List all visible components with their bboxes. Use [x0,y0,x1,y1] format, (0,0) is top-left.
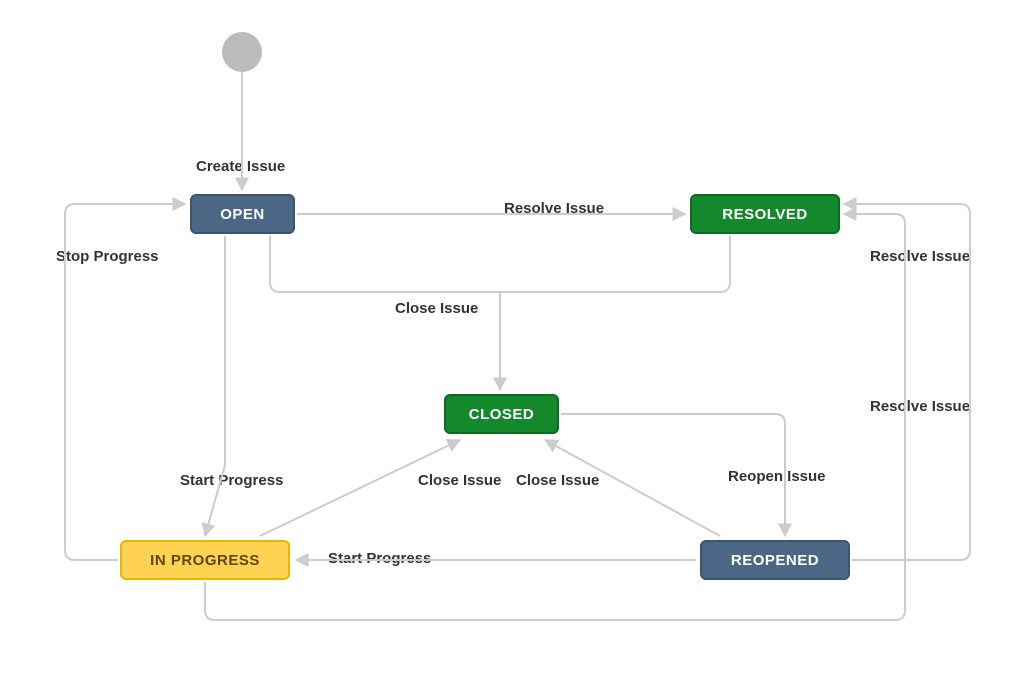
node-resolved: RESOLVED [690,194,840,234]
edge-label-start-progress-left: Start Progress [180,472,283,489]
edge-label-create-issue: Create Issue [196,158,285,175]
edge-label-reopen-issue: Reopen Issue [728,468,826,485]
edge-label-stop-progress: Stop Progress [56,248,159,265]
node-label: OPEN [220,206,265,223]
edge-label-close-issue-top: Close Issue [395,300,478,317]
edge-label-resolve-issue-top: Resolve Issue [504,200,604,217]
node-label: IN PROGRESS [150,552,260,569]
node-reopened: REOPENED [700,540,850,580]
node-label: REOPENED [731,552,819,569]
node-in-progress: IN PROGRESS [120,540,290,580]
edge-label-start-progress-mid: Start Progress [328,550,431,567]
workflow-diagram: OPEN RESOLVED CLOSED IN PROGRESS REOPENE… [0,0,1024,689]
edges-svg [0,0,1024,689]
start-node [222,32,262,72]
edge-label-resolve-issue-mid: Resolve Issue [870,398,970,415]
node-label: RESOLVED [722,206,807,223]
edge-label-close-issue-right: Close Issue [516,472,599,489]
node-label: CLOSED [469,406,535,423]
node-closed: CLOSED [444,394,559,434]
edge-label-resolve-issue-right: Resolve Issue [870,248,970,265]
node-open: OPEN [190,194,295,234]
edge-label-close-issue-left: Close Issue [418,472,501,489]
